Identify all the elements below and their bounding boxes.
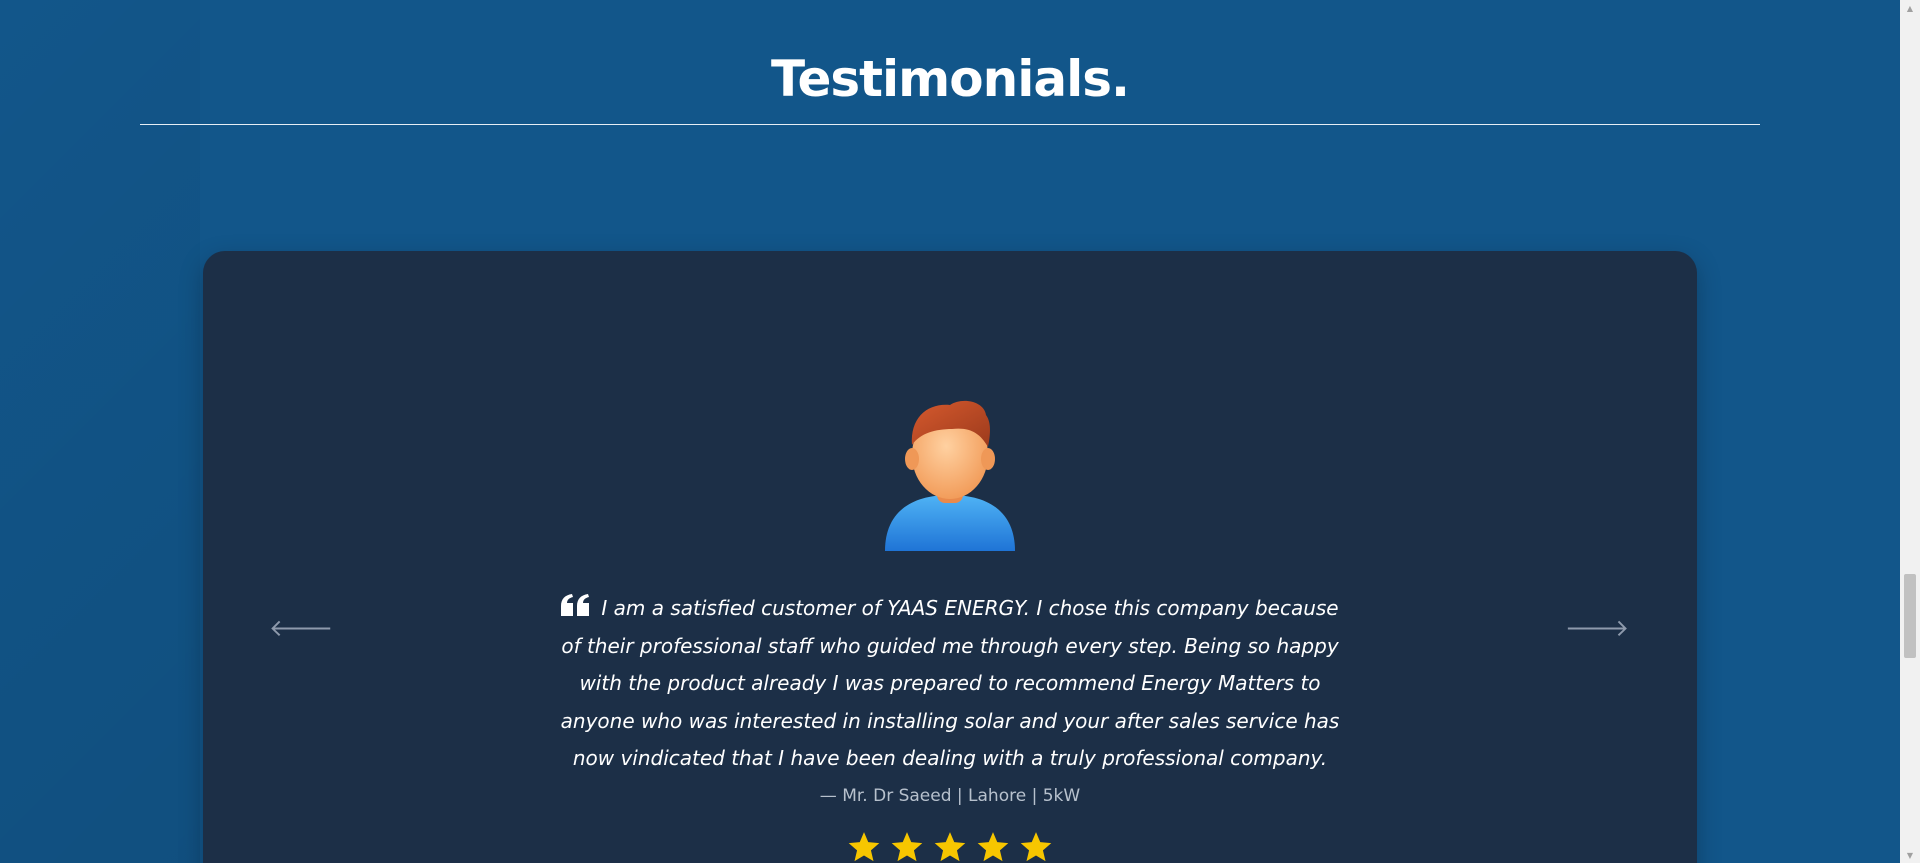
section-title: Testimonials. <box>771 50 1130 108</box>
star-icon <box>1020 832 1052 862</box>
arrow-left-icon: 🡐 <box>268 613 334 642</box>
star-icon <box>977 832 1009 862</box>
carousel-next-button[interactable]: 🡒 <box>1565 612 1629 642</box>
testimonials-section: Testimonials. 🡐 🡒 I am a satisfied custo… <box>0 0 1900 863</box>
testimonial-author: — Mr. Dr Saeed | Lahore | 5kW <box>819 786 1081 806</box>
rating-stars <box>840 830 1060 863</box>
scrollbar-thumb[interactable] <box>1904 574 1916 658</box>
testimonial-quote: I am a satisfied customer of YAAS ENERGY… <box>555 590 1345 778</box>
title-divider <box>140 124 1760 125</box>
scroll-up-icon[interactable]: ▲ <box>1900 0 1920 16</box>
quote-open-icon <box>561 594 590 616</box>
star-icon <box>891 832 923 862</box>
carousel-prev-button[interactable]: 🡐 <box>269 612 333 642</box>
user-avatar-icon <box>885 400 1015 551</box>
vertical-scrollbar[interactable]: ▲ ▼ <box>1900 0 1920 863</box>
star-icon <box>848 832 880 862</box>
star-icon <box>934 832 966 862</box>
scroll-down-icon[interactable]: ▼ <box>1900 847 1920 863</box>
testimonial-text: I am a satisfied customer of YAAS ENERGY… <box>560 596 1340 770</box>
arrow-right-icon: 🡒 <box>1564 613 1630 642</box>
